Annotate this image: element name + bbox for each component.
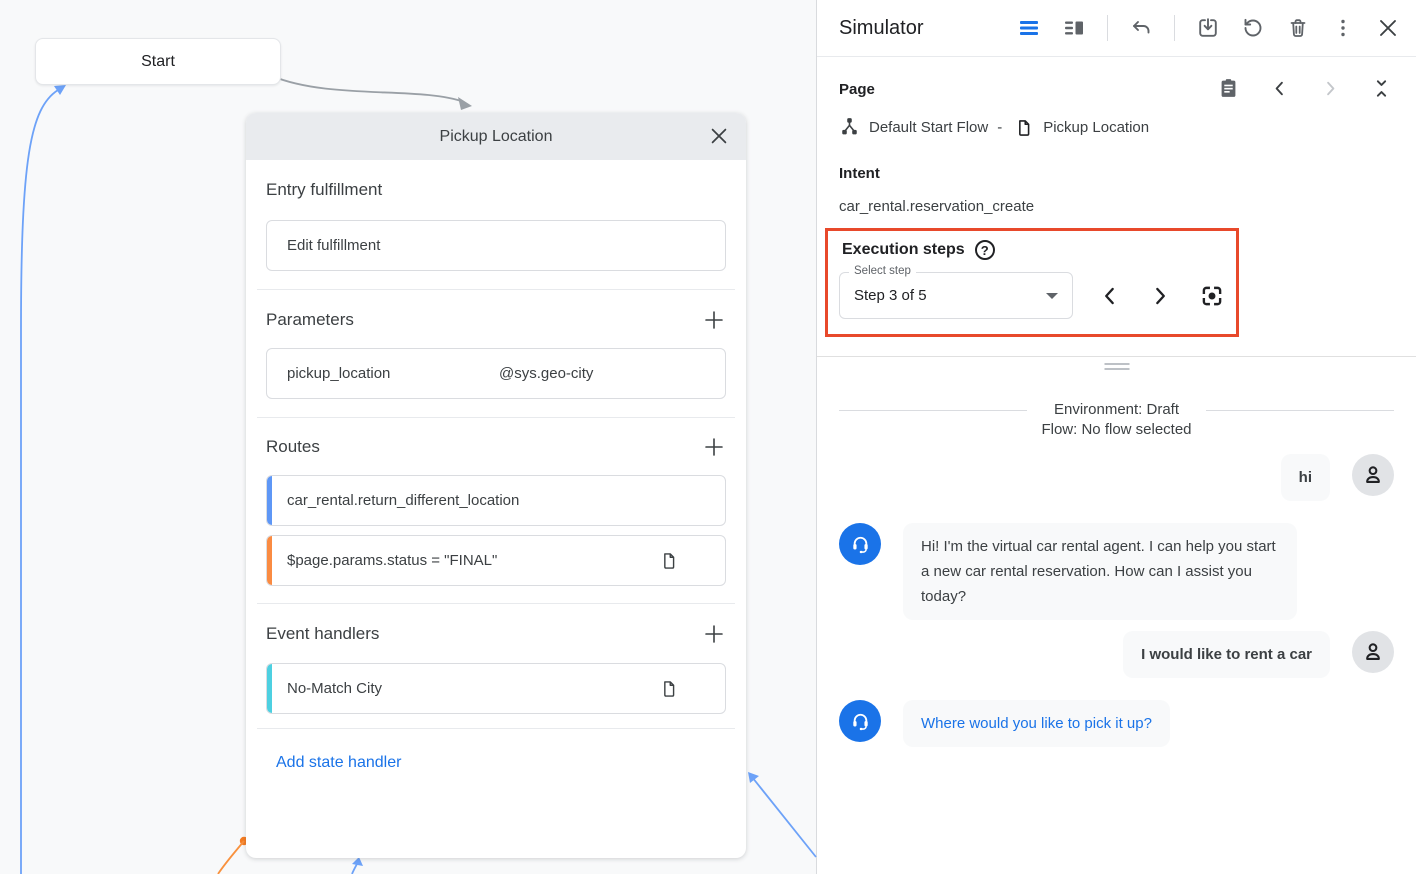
- conversation-area: Environment: Draft Flow: No flow selecte…: [817, 372, 1416, 874]
- route-row[interactable]: car_rental.return_different_location: [266, 475, 726, 526]
- user-message-bubble: I would like to rent a car: [1123, 631, 1330, 678]
- environment-header: Environment: Draft Flow: No flow selecte…: [839, 400, 1394, 440]
- breadcrumb: Default Start Flow - Pickup Location: [839, 117, 1394, 138]
- dropdown-caret-icon: [1046, 293, 1058, 299]
- app-root: Start Pickup Location Entry fulfillment …: [0, 0, 1416, 874]
- divider-line: [839, 410, 1027, 411]
- event-handler-row[interactable]: No-Match City: [266, 663, 726, 714]
- route-color-bar: [267, 476, 272, 525]
- help-icon[interactable]: ?: [975, 240, 995, 260]
- add-route-icon[interactable]: [702, 435, 726, 459]
- route-label: $page.params.status = "FINAL": [287, 552, 497, 569]
- start-node-label: Start: [141, 53, 175, 71]
- event-handler-color-bar: [267, 664, 272, 713]
- parameter-row[interactable]: pickup_location @sys.geo-city: [266, 348, 726, 399]
- section-divider: [257, 603, 735, 604]
- step-select-value: Step 3 of 5: [854, 287, 927, 304]
- page-heading: Page: [839, 81, 875, 98]
- resize-grip[interactable]: [1104, 363, 1129, 373]
- user-avatar: [1352, 631, 1394, 673]
- section-divider: [257, 417, 735, 418]
- simulator-toolbar: [1017, 15, 1400, 41]
- split-view-icon[interactable]: [1062, 16, 1086, 40]
- add-state-handler-link[interactable]: Add state handler: [276, 754, 401, 772]
- agent-message-row: Hi! I'm the virtual car rental agent. I …: [839, 523, 1394, 620]
- toolbar-divider: [1174, 15, 1175, 41]
- close-icon[interactable]: [708, 125, 730, 147]
- previous-step-icon[interactable]: [1268, 77, 1292, 101]
- toolbar-divider: [1107, 15, 1108, 41]
- environment-label: Environment: Draft: [1041, 400, 1191, 420]
- intent-value: car_rental.reservation_create: [839, 198, 1394, 215]
- breadcrumb-page-name[interactable]: Pickup Location: [1043, 119, 1149, 136]
- delete-icon[interactable]: [1286, 16, 1310, 40]
- simulator-title: Simulator: [839, 17, 923, 40]
- user-message-row: hi: [839, 454, 1394, 501]
- flow-icon: [839, 117, 860, 138]
- simulator-state-section: Page: [817, 57, 1416, 337]
- page-target-icon: [659, 551, 679, 571]
- section-divider: [257, 289, 735, 290]
- agent-avatar: [839, 700, 881, 742]
- close-simulator-icon[interactable]: [1376, 16, 1400, 40]
- flow-status-label: Flow: No flow selected: [1041, 420, 1191, 440]
- agent-avatar: [839, 523, 881, 565]
- collapse-section-icon[interactable]: [1370, 77, 1394, 101]
- step-select-dropdown[interactable]: Select step Step 3 of 5: [839, 272, 1073, 319]
- reset-icon[interactable]: [1241, 16, 1265, 40]
- undo-icon[interactable]: [1129, 16, 1153, 40]
- divider-line: [1206, 410, 1394, 411]
- step-next-icon[interactable]: [1147, 283, 1173, 309]
- route-color-bar: [267, 536, 272, 585]
- user-avatar: [1352, 454, 1394, 496]
- event-handler-label: No-Match City: [287, 680, 382, 697]
- panel-resize-divider: [817, 356, 1416, 372]
- user-message-bubble: hi: [1281, 454, 1330, 501]
- event-handlers-heading: Event handlers: [266, 624, 379, 644]
- agent-message-bubble: Where would you like to pick it up?: [903, 700, 1170, 747]
- breadcrumb-separator: -: [997, 119, 1002, 136]
- execution-steps-highlight-box: Execution steps ? Select step Step 3 of …: [825, 228, 1239, 337]
- step-select-label: Select step: [849, 265, 916, 277]
- execution-steps-heading: Execution steps: [842, 241, 965, 259]
- add-event-handler-icon[interactable]: [702, 622, 726, 646]
- page-target-icon: [659, 679, 679, 699]
- more-options-icon[interactable]: [1331, 16, 1355, 40]
- user-message-row: I would like to rent a car: [839, 631, 1394, 678]
- page-editor-body: Entry fulfillment Edit fulfillment Param…: [246, 180, 746, 772]
- page-editor-panel: Pickup Location Entry fulfillment Edit f…: [246, 113, 746, 858]
- agent-message-bubble: Hi! I'm the virtual car rental agent. I …: [903, 523, 1297, 620]
- start-node[interactable]: Start: [35, 38, 281, 85]
- route-row[interactable]: $page.params.status = "FINAL": [266, 535, 726, 586]
- breadcrumb-flow-name[interactable]: Default Start Flow: [869, 119, 988, 136]
- page-editor-title: Pickup Location: [246, 128, 746, 146]
- save-conversation-icon[interactable]: [1196, 16, 1220, 40]
- copy-page-info-icon[interactable]: [1217, 77, 1241, 101]
- parameter-entity: @sys.geo-city: [499, 365, 593, 382]
- simulator-panel: Simulator: [817, 0, 1416, 874]
- next-step-icon[interactable]: [1319, 77, 1343, 101]
- parameter-name: pickup_location: [287, 365, 499, 382]
- intent-heading: Intent: [839, 165, 1394, 182]
- section-divider: [257, 728, 735, 729]
- consolidated-messages-icon[interactable]: [1017, 16, 1041, 40]
- step-previous-icon[interactable]: [1097, 283, 1123, 309]
- edit-fulfillment-label: Edit fulfillment: [287, 237, 380, 254]
- page-editor-header: Pickup Location: [246, 113, 746, 160]
- routes-heading: Routes: [266, 437, 320, 457]
- focus-step-icon[interactable]: [1199, 283, 1225, 309]
- flow-canvas[interactable]: Start Pickup Location Entry fulfillment …: [0, 0, 817, 874]
- edit-fulfillment-button[interactable]: Edit fulfillment: [266, 220, 726, 271]
- page-icon: [1014, 118, 1034, 138]
- add-parameter-icon[interactable]: [702, 308, 726, 332]
- entry-fulfillment-heading: Entry fulfillment: [266, 180, 382, 200]
- simulator-header: Simulator: [817, 0, 1416, 57]
- route-label: car_rental.return_different_location: [287, 492, 519, 509]
- agent-message-row: Where would you like to pick it up?: [839, 700, 1394, 747]
- parameters-heading: Parameters: [266, 310, 354, 330]
